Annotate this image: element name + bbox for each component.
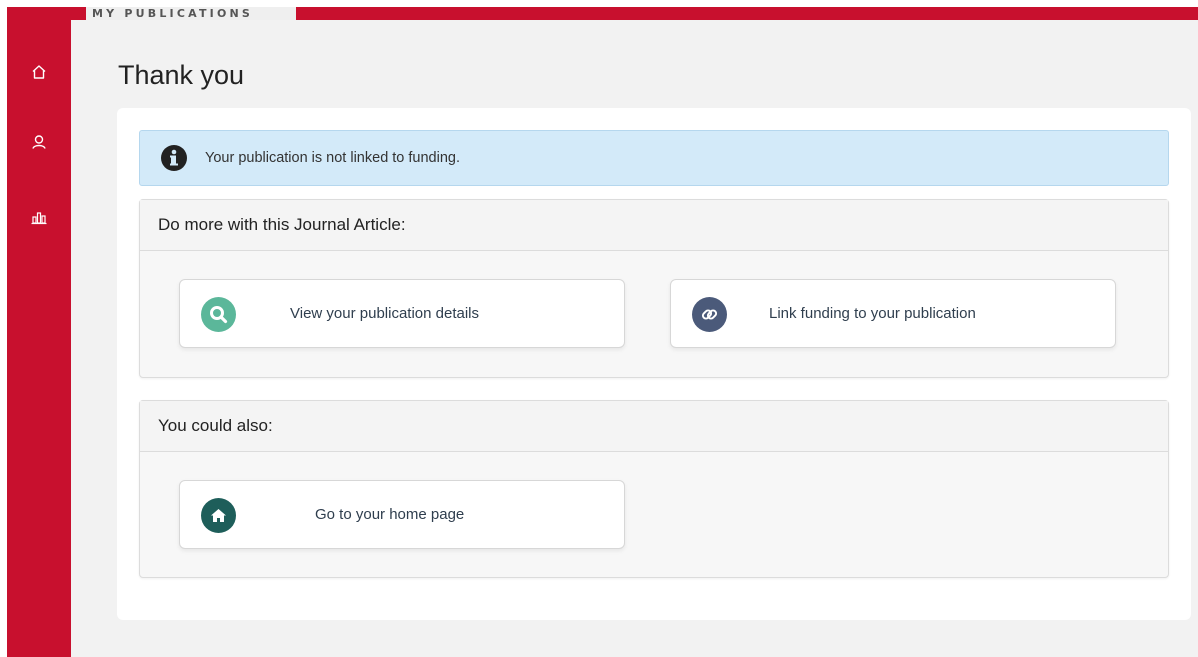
view-publication-details-button[interactable]: View your publication details <box>179 279 625 348</box>
search-icon <box>201 297 236 332</box>
panel-title: Do more with this Journal Article: <box>140 200 1168 251</box>
link-funding-button[interactable]: Link funding to your publication <box>670 279 1116 348</box>
sidebar-chart-icon[interactable] <box>29 207 49 227</box>
action-label: Go to your home page <box>315 506 465 523</box>
panel-title: You could also: <box>140 401 1168 452</box>
sidebar-user-icon[interactable] <box>29 132 49 152</box>
page-title: Thank you <box>118 60 245 90</box>
brand-logo: MY PUBLICATIONS <box>86 7 298 21</box>
action-label: Link funding to your publication <box>769 305 976 322</box>
main-content: Thank you Your publication is not linked… <box>71 20 1198 657</box>
home-icon <box>201 498 236 533</box>
sidebar-home-icon[interactable] <box>29 62 49 82</box>
info-icon <box>160 144 188 172</box>
funding-alert: Your publication is not linked to fundin… <box>139 130 1169 186</box>
sidebar <box>7 7 71 657</box>
action-label: View your publication details <box>290 305 480 322</box>
do-more-panel: Do more with this Journal Article: View … <box>139 199 1169 378</box>
link-icon <box>692 297 727 332</box>
go-home-button[interactable]: Go to your home page <box>179 480 625 549</box>
content-card: Your publication is not linked to fundin… <box>117 108 1191 620</box>
could-also-panel: You could also: Go to your home page <box>139 400 1169 578</box>
alert-message: Your publication is not linked to fundin… <box>205 150 461 166</box>
